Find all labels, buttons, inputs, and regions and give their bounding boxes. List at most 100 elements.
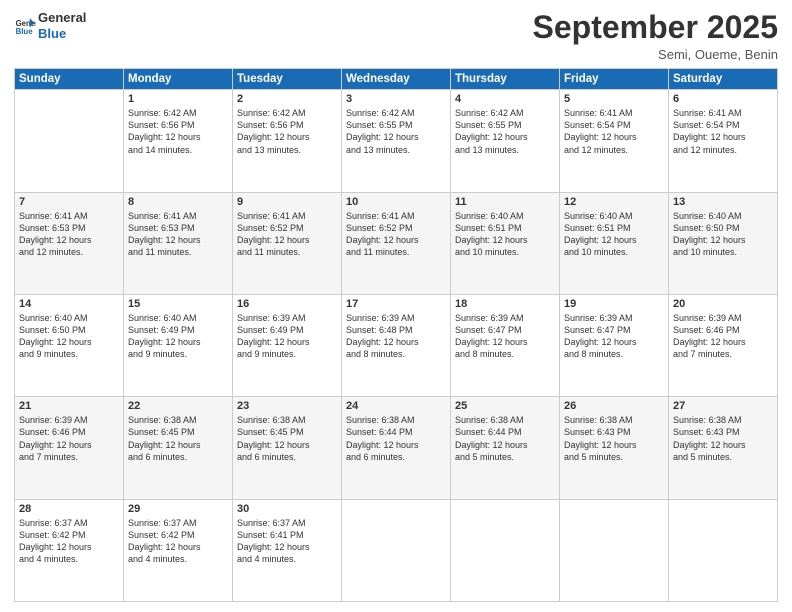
day-number: 18 [455,298,555,310]
day-info: Sunrise: 6:41 AM Sunset: 6:52 PM Dayligh… [346,210,446,259]
day-number: 8 [128,196,228,208]
col-header-tuesday: Tuesday [233,69,342,90]
table-row: 8 Sunrise: 6:41 AM Sunset: 6:53 PM Daylig… [124,192,233,294]
day-number: 22 [128,400,228,412]
table-row: 13 Sunrise: 6:40 AM Sunset: 6:50 PM Dayli… [669,192,778,294]
day-number: 16 [237,298,337,310]
table-row: 29 Sunrise: 6:37 AM Sunset: 6:42 PM Dayli… [124,499,233,601]
day-number: 28 [19,503,119,515]
day-number: 27 [673,400,773,412]
table-row: 4 Sunrise: 6:42 AM Sunset: 6:55 PM Daylig… [451,90,560,192]
day-info: Sunrise: 6:42 AM Sunset: 6:56 PM Dayligh… [128,107,228,156]
table-row [15,90,124,192]
logo-text2: Blue [38,26,86,42]
day-info: Sunrise: 6:39 AM Sunset: 6:46 PM Dayligh… [19,414,119,463]
table-row: 24 Sunrise: 6:38 AM Sunset: 6:44 PM Dayli… [342,397,451,499]
table-row: 14 Sunrise: 6:40 AM Sunset: 6:50 PM Dayli… [15,294,124,396]
day-number: 14 [19,298,119,310]
table-row: 27 Sunrise: 6:38 AM Sunset: 6:43 PM Dayli… [669,397,778,499]
table-row: 3 Sunrise: 6:42 AM Sunset: 6:55 PM Daylig… [342,90,451,192]
table-row: 5 Sunrise: 6:41 AM Sunset: 6:54 PM Daylig… [560,90,669,192]
calendar-table: Sunday Monday Tuesday Wednesday Thursday… [14,68,778,602]
day-number: 6 [673,93,773,105]
day-number: 20 [673,298,773,310]
calendar-header-row: Sunday Monday Tuesday Wednesday Thursday… [15,69,778,90]
table-row [560,499,669,601]
day-number: 12 [564,196,664,208]
day-info: Sunrise: 6:40 AM Sunset: 6:49 PM Dayligh… [128,312,228,361]
day-number: 13 [673,196,773,208]
day-info: Sunrise: 6:39 AM Sunset: 6:47 PM Dayligh… [455,312,555,361]
table-row: 1 Sunrise: 6:42 AM Sunset: 6:56 PM Daylig… [124,90,233,192]
day-info: Sunrise: 6:38 AM Sunset: 6:45 PM Dayligh… [237,414,337,463]
day-number: 4 [455,93,555,105]
day-info: Sunrise: 6:42 AM Sunset: 6:56 PM Dayligh… [237,107,337,156]
col-header-friday: Friday [560,69,669,90]
table-row: 15 Sunrise: 6:40 AM Sunset: 6:49 PM Dayli… [124,294,233,396]
day-number: 29 [128,503,228,515]
table-row: 6 Sunrise: 6:41 AM Sunset: 6:54 PM Daylig… [669,90,778,192]
day-info: Sunrise: 6:38 AM Sunset: 6:44 PM Dayligh… [346,414,446,463]
day-number: 3 [346,93,446,105]
day-number: 2 [237,93,337,105]
day-info: Sunrise: 6:40 AM Sunset: 6:51 PM Dayligh… [455,210,555,259]
day-number: 26 [564,400,664,412]
logo-icon: General Blue [14,15,36,37]
day-info: Sunrise: 6:37 AM Sunset: 6:41 PM Dayligh… [237,517,337,566]
table-row: 23Sunrise: 6:38 AM Sunset: 6:45 PM Dayli… [233,397,342,499]
table-row: 7Sunrise: 6:41 AM Sunset: 6:53 PM Daylig… [15,192,124,294]
day-info: Sunrise: 6:38 AM Sunset: 6:44 PM Dayligh… [455,414,555,463]
day-info: Sunrise: 6:39 AM Sunset: 6:47 PM Dayligh… [564,312,664,361]
table-row: 18 Sunrise: 6:39 AM Sunset: 6:47 PM Dayli… [451,294,560,396]
table-row: 30 Sunrise: 6:37 AM Sunset: 6:41 PM Dayli… [233,499,342,601]
table-row [669,499,778,601]
day-info: Sunrise: 6:37 AM Sunset: 6:42 PM Dayligh… [128,517,228,566]
table-row: 9Sunrise: 6:41 AM Sunset: 6:52 PM Daylig… [233,192,342,294]
day-number: 5 [564,93,664,105]
day-info: Sunrise: 6:41 AM Sunset: 6:53 PM Dayligh… [128,210,228,259]
table-row: 10 Sunrise: 6:41 AM Sunset: 6:52 PM Dayli… [342,192,451,294]
day-info: Sunrise: 6:39 AM Sunset: 6:49 PM Dayligh… [237,312,337,361]
day-info: Sunrise: 6:42 AM Sunset: 6:55 PM Dayligh… [455,107,555,156]
table-row: 16 Sunrise: 6:39 AM Sunset: 6:49 PM Dayli… [233,294,342,396]
day-info: Sunrise: 6:40 AM Sunset: 6:50 PM Dayligh… [19,312,119,361]
day-info: Sunrise: 6:40 AM Sunset: 6:50 PM Dayligh… [673,210,773,259]
day-number: 9 [237,196,337,208]
col-header-thursday: Thursday [451,69,560,90]
day-number: 1 [128,93,228,105]
table-row: 2 Sunrise: 6:42 AM Sunset: 6:56 PM Daylig… [233,90,342,192]
day-info: Sunrise: 6:39 AM Sunset: 6:48 PM Dayligh… [346,312,446,361]
day-number: 25 [455,400,555,412]
table-row [342,499,451,601]
day-info: Sunrise: 6:37 AM Sunset: 6:42 PM Dayligh… [19,517,119,566]
table-row: 28 Sunrise: 6:37 AM Sunset: 6:42 PM Dayli… [15,499,124,601]
table-row: 17Sunrise: 6:39 AM Sunset: 6:48 PM Dayli… [342,294,451,396]
page-title: September 2025 [533,10,778,45]
table-row [451,499,560,601]
page: General Blue General Blue September 2025… [0,0,792,612]
day-number: 19 [564,298,664,310]
day-info: Sunrise: 6:38 AM Sunset: 6:45 PM Dayligh… [128,414,228,463]
day-number: 15 [128,298,228,310]
col-header-monday: Monday [124,69,233,90]
col-header-sunday: Sunday [15,69,124,90]
day-number: 7 [19,196,119,208]
title-block: September 2025 Semi, Oueme, Benin [533,10,778,62]
day-info: Sunrise: 6:38 AM Sunset: 6:43 PM Dayligh… [673,414,773,463]
day-number: 10 [346,196,446,208]
day-info: Sunrise: 6:41 AM Sunset: 6:54 PM Dayligh… [673,107,773,156]
day-info: Sunrise: 6:41 AM Sunset: 6:54 PM Dayligh… [564,107,664,156]
table-row: 12Sunrise: 6:40 AM Sunset: 6:51 PM Dayli… [560,192,669,294]
day-number: 24 [346,400,446,412]
col-header-saturday: Saturday [669,69,778,90]
day-number: 30 [237,503,337,515]
logo-text: General [38,10,86,26]
col-header-wednesday: Wednesday [342,69,451,90]
table-row: 11Sunrise: 6:40 AM Sunset: 6:51 PM Dayli… [451,192,560,294]
table-row: 26Sunrise: 6:38 AM Sunset: 6:43 PM Dayli… [560,397,669,499]
table-row: 21Sunrise: 6:39 AM Sunset: 6:46 PM Dayli… [15,397,124,499]
table-row: 22 Sunrise: 6:38 AM Sunset: 6:45 PM Dayli… [124,397,233,499]
page-subtitle: Semi, Oueme, Benin [533,47,778,62]
header: General Blue General Blue September 2025… [14,10,778,62]
day-info: Sunrise: 6:42 AM Sunset: 6:55 PM Dayligh… [346,107,446,156]
